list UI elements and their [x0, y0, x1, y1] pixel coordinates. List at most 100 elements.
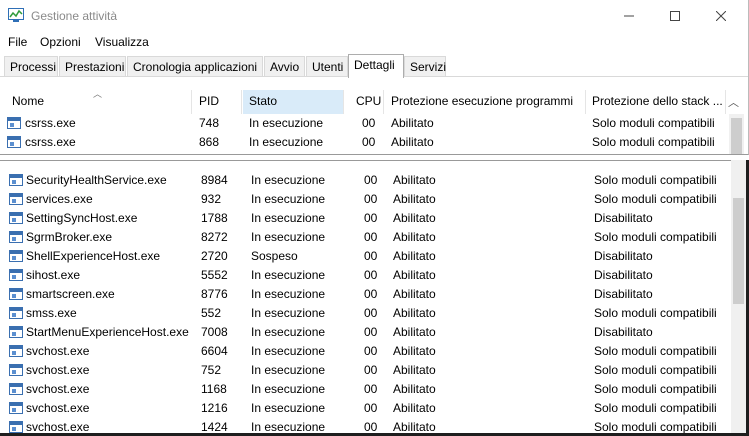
vertical-scrollbar[interactable] — [731, 160, 746, 436]
process-pid: 932 — [201, 192, 222, 206]
process-window-icon — [9, 364, 23, 376]
scrollbar-thumb[interactable] — [733, 198, 744, 304]
process-window-icon — [7, 136, 21, 148]
column-header-label: Protezione dello stack ... — [592, 94, 723, 108]
tab-users[interactable]: Utenti — [306, 56, 348, 77]
table-row[interactable]: SettingSyncHost.exe 1788 In esecuzione 0… — [0, 209, 731, 228]
menu-view[interactable]: Visualizza — [95, 35, 149, 49]
close-button[interactable] — [698, 0, 744, 32]
table-row[interactable]: services.exe 932 In esecuzione 00 Abilit… — [0, 190, 731, 209]
process-cpu: 00 — [364, 325, 378, 339]
process-window-icon — [9, 193, 23, 205]
process-dep: Abilitato — [393, 230, 436, 244]
minimize-button[interactable] — [606, 0, 652, 32]
process-pid: 8776 — [201, 287, 228, 301]
process-name: svchost.exe — [26, 420, 90, 434]
column-header-label: Protezione esecuzione programmi — [391, 94, 574, 108]
title-bar[interactable]: Gestione attività — [0, 0, 748, 32]
table-row[interactable]: sihost.exe 5552 In esecuzione 00 Abilita… — [0, 266, 731, 285]
process-status: In esecuzione — [251, 420, 326, 434]
process-status: In esecuzione — [251, 173, 326, 187]
tab-bar: Processi Prestazioni Cronologia applicaz… — [0, 54, 748, 78]
table-row[interactable]: csrss.exe 748 In esecuzione 00 Abilitato… — [0, 114, 729, 133]
process-pid: 1424 — [201, 420, 228, 434]
process-status: In esecuzione — [251, 363, 326, 377]
process-dep: Abilitato — [393, 401, 436, 415]
process-status: In esecuzione — [251, 344, 326, 358]
tab-services[interactable]: Servizi — [404, 56, 446, 77]
process-window-icon — [9, 421, 23, 433]
column-header-status[interactable]: Stato — [243, 90, 344, 114]
process-status: In esecuzione — [251, 306, 326, 320]
process-dep: Abilitato — [393, 306, 436, 320]
scroll-up-icon[interactable]: ︿ — [728, 94, 739, 110]
process-cpu: 00 — [364, 192, 378, 206]
process-pid: 7008 — [201, 325, 228, 339]
process-name: StartMenuExperienceHost.exe — [26, 325, 189, 339]
process-status: Sospeso — [251, 249, 298, 263]
process-window-icon — [9, 212, 23, 224]
process-window-icon — [7, 117, 21, 129]
process-name: SgrmBroker.exe — [26, 230, 113, 244]
tab-app-history[interactable]: Cronologia applicazioni — [127, 56, 263, 77]
process-stack-protection: Disabilitato — [594, 287, 653, 301]
process-stack-protection: Solo moduli compatibili — [594, 363, 717, 377]
vertical-scrollbar[interactable] — [729, 114, 744, 154]
table-row[interactable]: SgrmBroker.exe 8272 In esecuzione 00 Abi… — [0, 228, 731, 247]
process-stack-protection: Disabilitato — [594, 249, 653, 263]
process-pid: 2720 — [201, 249, 228, 263]
process-status: In esecuzione — [249, 116, 324, 130]
table-row[interactable]: smartscreen.exe 8776 In esecuzione 00 Ab… — [0, 285, 731, 304]
table-row[interactable]: svchost.exe 6604 In esecuzione 00 Abilit… — [0, 342, 731, 361]
process-cpu: 00 — [364, 306, 378, 320]
scrollbar-thumb[interactable] — [731, 118, 742, 154]
process-window-icon — [9, 402, 23, 414]
task-manager-window: Gestione attività File Opzioni Visualizz… — [0, 0, 749, 155]
tab-details[interactable]: Dettagli — [348, 54, 404, 78]
tab-startup[interactable]: Avvio — [264, 56, 305, 77]
process-name: svchost.exe — [26, 363, 90, 377]
process-window-icon — [9, 326, 23, 338]
column-header-stack-protection[interactable]: Protezione dello stack ... — [586, 90, 726, 114]
maximize-button[interactable] — [652, 0, 698, 32]
tab-processes[interactable]: Processi — [4, 56, 58, 77]
column-header-pid[interactable]: PID — [193, 90, 242, 114]
process-name: SecurityHealthService.exe — [26, 173, 167, 187]
process-stack-protection: Solo moduli compatibili — [594, 173, 717, 187]
process-pid: 552 — [201, 306, 222, 320]
process-dep: Abilitato — [393, 420, 436, 434]
process-pid: 1216 — [201, 401, 228, 415]
table-row[interactable]: ShellExperienceHost.exe 2720 Sospeso 00 … — [0, 247, 731, 266]
table-row[interactable]: SecurityHealthService.exe 8984 In esecuz… — [0, 171, 731, 190]
process-stack-protection: Solo moduli compatibili — [594, 192, 717, 206]
column-header-cpu[interactable]: CPU — [345, 90, 384, 114]
process-name: sihost.exe — [26, 268, 81, 282]
process-name: csrss.exe — [25, 116, 76, 130]
menu-file[interactable]: File — [8, 35, 27, 49]
process-pid: 8984 — [201, 173, 228, 187]
process-status: In esecuzione — [249, 135, 324, 149]
process-dep: Abilitato — [393, 287, 436, 301]
tab-performance[interactable]: Prestazioni — [59, 56, 126, 77]
process-status: In esecuzione — [251, 268, 326, 282]
process-dep: Abilitato — [391, 135, 434, 149]
table-row[interactable]: StartMenuExperienceHost.exe 7008 In esec… — [0, 323, 731, 342]
process-stack-protection: Disabilitato — [594, 211, 653, 225]
column-header-name[interactable]: Nome — [6, 90, 192, 114]
process-dep: Abilitato — [393, 325, 436, 339]
process-pid: 8272 — [201, 230, 228, 244]
process-cpu: 00 — [364, 401, 378, 415]
table-row[interactable]: svchost.exe 1216 In esecuzione 00 Abilit… — [0, 399, 731, 418]
process-status: In esecuzione — [251, 230, 326, 244]
menu-options[interactable]: Opzioni — [40, 35, 81, 49]
process-cpu: 00 — [364, 268, 378, 282]
column-header-dep[interactable]: Protezione esecuzione programmi — [385, 90, 586, 114]
process-dep: Abilitato — [393, 382, 436, 396]
process-stack-protection: Solo moduli compatibili — [594, 382, 717, 396]
table-row[interactable]: smss.exe 552 In esecuzione 00 Abilitato … — [0, 304, 731, 323]
process-status: In esecuzione — [251, 325, 326, 339]
table-row[interactable]: svchost.exe 1168 In esecuzione 00 Abilit… — [0, 380, 731, 399]
process-dep: Abilitato — [393, 173, 436, 187]
table-row[interactable]: csrss.exe 868 In esecuzione 00 Abilitato… — [0, 133, 729, 152]
table-row[interactable]: svchost.exe 752 In esecuzione 00 Abilita… — [0, 361, 731, 380]
